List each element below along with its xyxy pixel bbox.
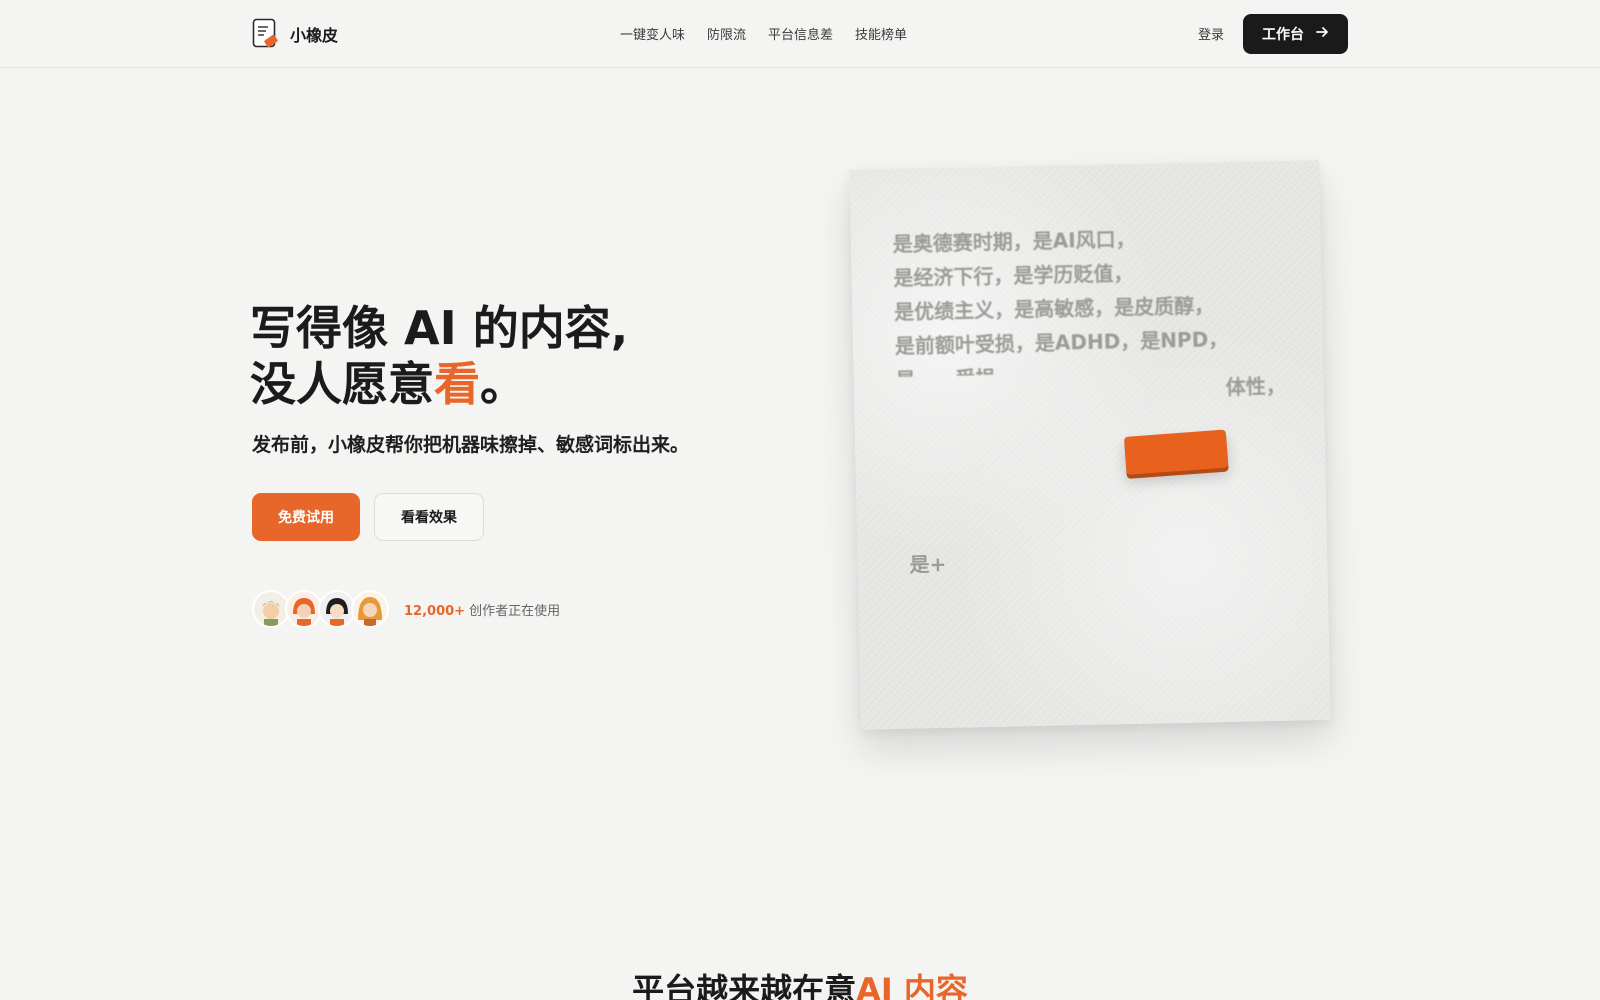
logo[interactable]: 小橡皮 bbox=[252, 18, 338, 50]
logo-text: 小橡皮 bbox=[290, 26, 339, 45]
paper-footer-text: 是+ bbox=[909, 552, 947, 577]
section-title-accent: AI 内容 bbox=[856, 971, 968, 1000]
eraser-icon bbox=[1123, 429, 1229, 475]
workbench-button[interactable]: 工作台 bbox=[1243, 14, 1348, 54]
workbench-label: 工作台 bbox=[1262, 27, 1304, 43]
user-count: 12,000+ bbox=[404, 603, 466, 619]
section-title: 平台越来越在意AI 内容 bbox=[0, 965, 1600, 1000]
user-count-text: 12,000+ 创作者正在使用 bbox=[404, 600, 560, 619]
nav-item-skill-ranking[interactable]: 技能榜单 bbox=[855, 24, 907, 43]
hero-subtitle: 发布前，小橡皮帮你把机器味擦掉、敏感词标出来。 bbox=[252, 434, 690, 456]
hero-title: 写得像 AI 的内容, 没人愿意看。 bbox=[250, 300, 628, 412]
user-count-label: 创作者正在使用 bbox=[469, 603, 561, 619]
hero-title-line2-suffix: 。 bbox=[480, 357, 526, 411]
section-title-prefix: 平台越来越在意 bbox=[632, 971, 857, 1000]
free-trial-button[interactable]: 免费试用 bbox=[252, 493, 360, 541]
nav-item-anti-throttle[interactable]: 防限流 bbox=[707, 24, 746, 43]
hero-title-accent: 看 bbox=[434, 357, 480, 411]
hero-illustration: 是奥德赛时期，是AI风口， 是经济下行，是学历贬值， 是优绩主义，是高敏感，是皮… bbox=[849, 160, 1350, 745]
see-effect-button[interactable]: 看看效果 bbox=[374, 493, 484, 541]
avatar-group bbox=[252, 590, 389, 628]
hero-title-line1: 写得像 AI 的内容, bbox=[250, 301, 629, 355]
main-nav: 一键变人味 防限流 平台信息差 技能榜单 bbox=[620, 24, 907, 43]
paper-sheet: 是奥德赛时期，是AI风口， 是经济下行，是学历贬值， 是优绩主义，是高敏感，是皮… bbox=[849, 160, 1331, 730]
nav-item-humanize[interactable]: 一键变人味 bbox=[620, 24, 685, 43]
arrow-right-icon bbox=[1316, 26, 1329, 42]
paper-text: 是奥德赛时期，是AI风口， 是经济下行，是学历贬值， 是优绩主义，是高敏感，是皮… bbox=[892, 219, 1286, 411]
paper-line-partial: 体性， bbox=[1225, 373, 1287, 400]
nav-item-platform-info[interactable]: 平台信息差 bbox=[768, 24, 833, 43]
social-proof: 12,000+ 创作者正在使用 bbox=[252, 590, 560, 628]
hero-title-line2-prefix: 没人愿意 bbox=[250, 357, 434, 411]
avatar bbox=[351, 590, 389, 628]
top-header: 小橡皮 一键变人味 防限流 平台信息差 技能榜单 登录 工作台 bbox=[0, 0, 1600, 68]
login-link[interactable]: 登录 bbox=[1198, 24, 1224, 43]
document-eraser-icon bbox=[252, 18, 280, 50]
